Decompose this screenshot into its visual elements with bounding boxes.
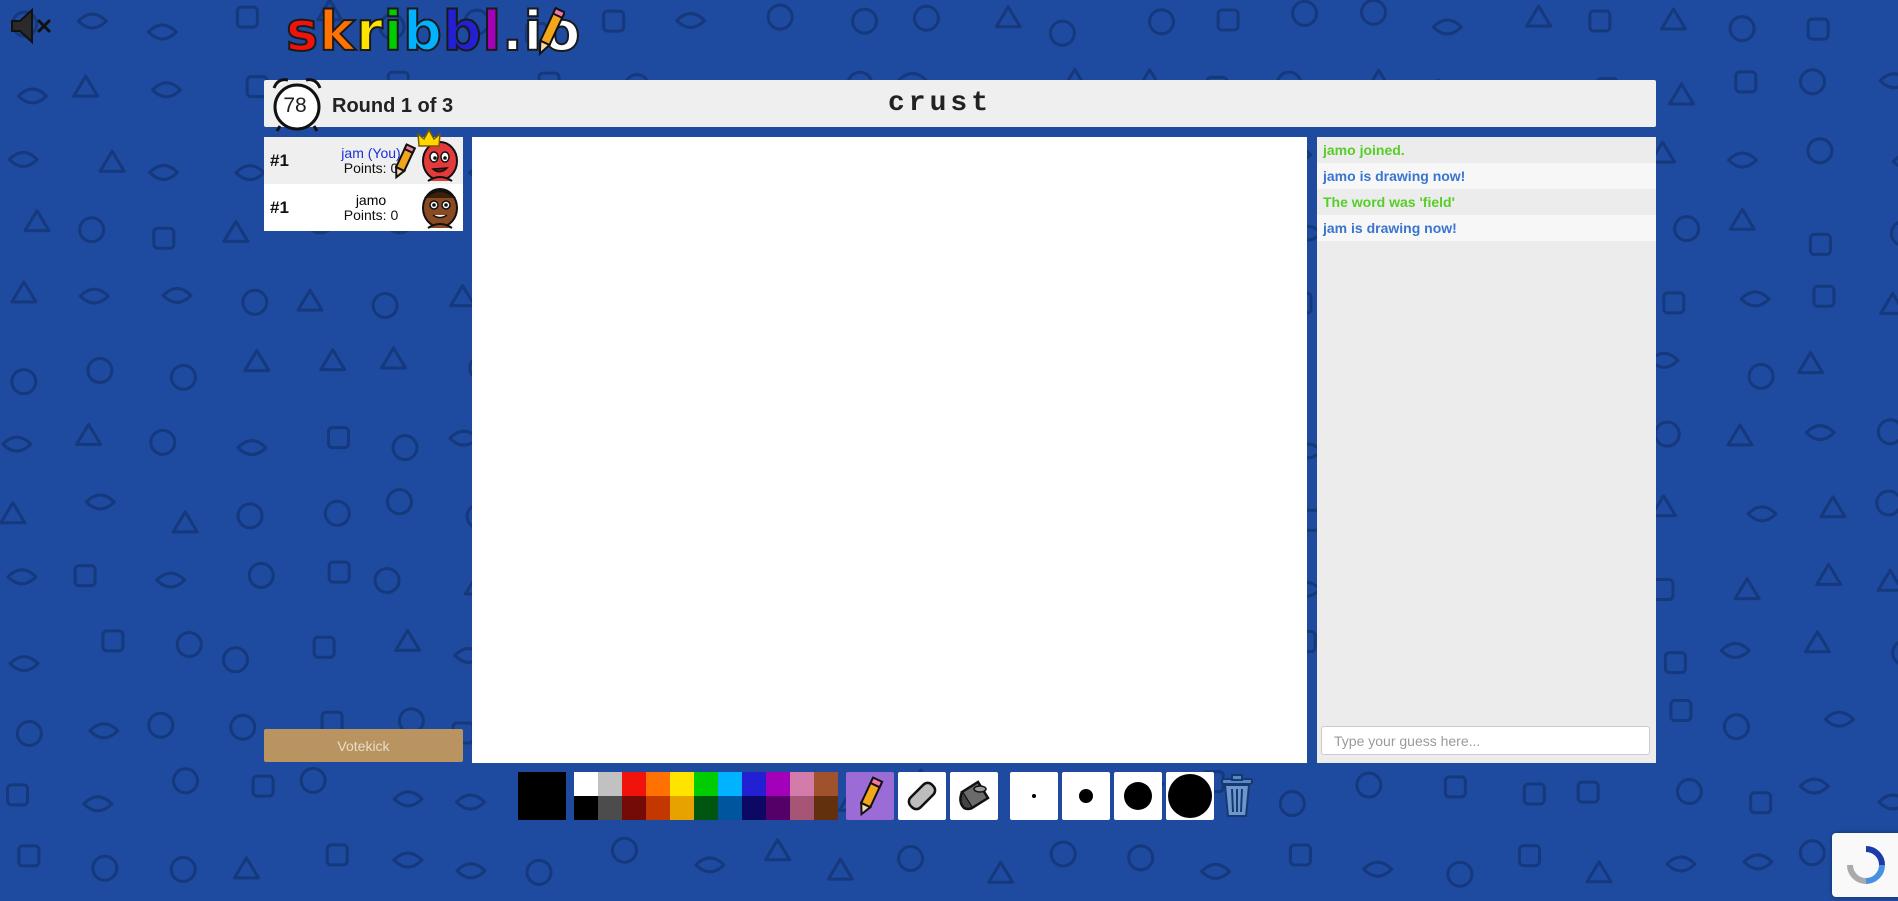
- color-palette: [574, 772, 838, 820]
- color-swatch[interactable]: [766, 772, 790, 796]
- color-swatch[interactable]: [694, 796, 718, 820]
- chat-message: jamo is drawing now!: [1317, 163, 1656, 189]
- logo-letter: r: [355, 0, 384, 63]
- logo-letter: s: [285, 0, 320, 63]
- votekick-button[interactable]: Votekick: [264, 729, 463, 762]
- player-name: jamo: [355, 192, 387, 208]
- brush-size-extra-large[interactable]: [1166, 772, 1214, 820]
- logo-letter: i: [383, 0, 404, 63]
- color-swatch[interactable]: [574, 772, 598, 796]
- brush-size-medium[interactable]: [1062, 772, 1110, 820]
- player-points: Points: 0: [343, 207, 399, 223]
- brush-size-small[interactable]: [1010, 772, 1058, 820]
- color-swatch[interactable]: [598, 772, 622, 796]
- chat-message-list: jamo joined. jamo is drawing now! The word…: [1317, 137, 1656, 241]
- round-indicator: Round 1 of 3: [332, 95, 454, 117]
- drawing-pencil-icon: [394, 143, 417, 180]
- round-timer: 78: [283, 94, 307, 117]
- drawing-canvas[interactable]: [472, 137, 1307, 763]
- color-swatch[interactable]: [790, 772, 814, 796]
- eraser-icon: [907, 781, 937, 811]
- color-swatch[interactable]: [670, 796, 694, 820]
- player-list: #1 jam (You) Points: 0 #1 jamo Points: 0: [264, 128, 463, 231]
- chat-message: jam is drawing now!: [1317, 215, 1656, 241]
- logo-letter: k: [318, 0, 357, 63]
- pencil-icon: [859, 776, 884, 817]
- color-swatch[interactable]: [742, 796, 766, 820]
- chat-message: The word was 'field': [1317, 189, 1656, 215]
- color-swatch[interactable]: [646, 772, 670, 796]
- color-swatch[interactable]: [646, 796, 670, 820]
- pencil-tool-button[interactable]: [846, 772, 894, 820]
- color-swatch[interactable]: [622, 772, 646, 796]
- color-swatch[interactable]: [622, 796, 646, 820]
- speaker-muted-icon: [11, 7, 51, 45]
- player-rank: #1: [270, 198, 289, 217]
- logo-pencil-icon: [538, 6, 565, 57]
- color-swatch[interactable]: [814, 796, 838, 820]
- color-swatch[interactable]: [814, 772, 838, 796]
- guess-input[interactable]: [1321, 726, 1650, 755]
- color-swatch[interactable]: [574, 796, 598, 820]
- player-rank: #1: [270, 151, 289, 170]
- player-avatar: [422, 188, 458, 229]
- color-swatch[interactable]: [694, 772, 718, 796]
- color-swatch[interactable]: [718, 772, 742, 796]
- eraser-tool-button[interactable]: [898, 772, 946, 820]
- room-owner-crown-icon: [417, 128, 441, 147]
- player-row[interactable]: #1 jamo Points: 0: [264, 184, 463, 231]
- recaptcha-icon: [1847, 846, 1885, 884]
- recaptcha-badge[interactable]: [1832, 833, 1898, 897]
- logo-letter: b: [402, 0, 443, 63]
- player-row[interactable]: #1 jam (You) Points: 0: [264, 128, 463, 184]
- current-word: crust: [887, 88, 993, 119]
- fill-bucket-icon: [959, 780, 990, 811]
- color-swatch[interactable]: [718, 796, 742, 820]
- clear-canvas-trash-icon[interactable]: [1219, 773, 1255, 819]
- color-swatch[interactable]: [790, 796, 814, 820]
- current-color-preview: [518, 772, 566, 820]
- chat-panel: jamo joined. jamo is drawing now! The word…: [1317, 137, 1656, 763]
- logo-letter: b: [442, 0, 483, 63]
- logo-letter: l: [482, 0, 503, 63]
- brush-size-large[interactable]: [1114, 772, 1162, 820]
- color-swatch[interactable]: [598, 796, 622, 820]
- logo-letter: .: [501, 0, 524, 63]
- color-swatch[interactable]: [766, 796, 790, 820]
- fill-tool-button[interactable]: [950, 772, 998, 820]
- color-swatch[interactable]: [742, 772, 766, 796]
- mute-audio-button[interactable]: [8, 6, 60, 46]
- color-swatch[interactable]: [670, 772, 694, 796]
- chat-message: jamo joined.: [1317, 137, 1656, 163]
